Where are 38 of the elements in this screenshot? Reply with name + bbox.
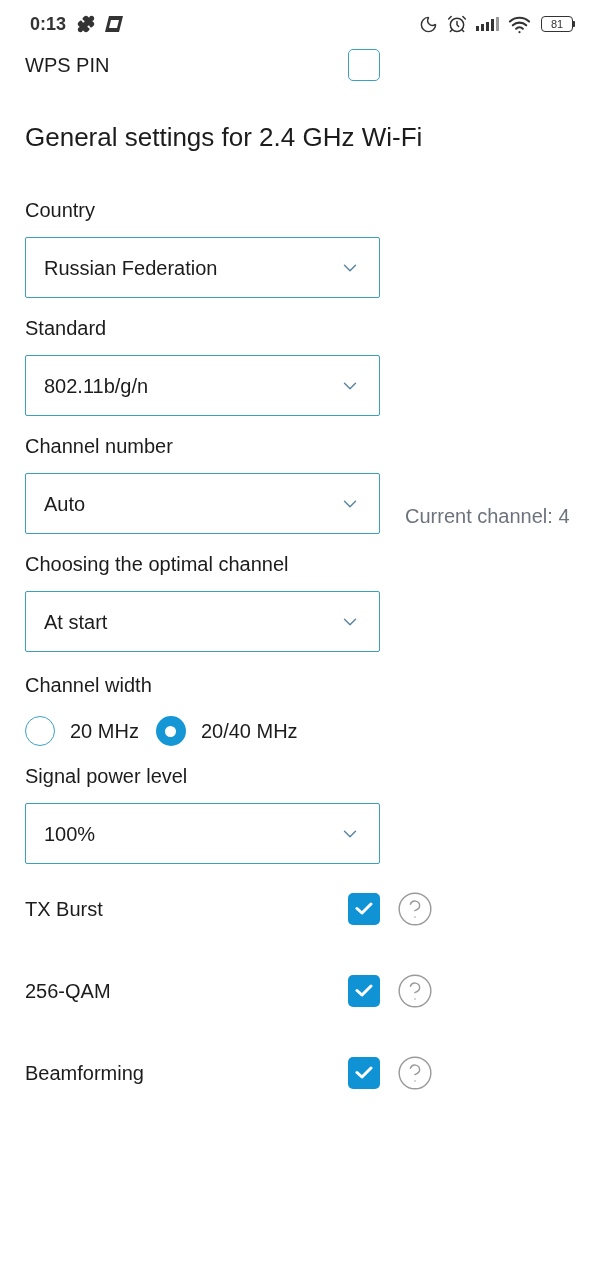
toggle-label: TX Burst (25, 896, 103, 921)
checkmark-icon (355, 984, 373, 997)
radio-option-label[interactable]: 20/40 MHz (200, 719, 298, 743)
help-icon[interactable] (396, 889, 434, 928)
app-notification-icon (104, 15, 125, 33)
field-label: Standard (25, 316, 108, 340)
toggle-label: 256-QAM (25, 978, 111, 1003)
field-label: Channel number (25, 434, 174, 458)
dropdown-select[interactable]: At start (25, 591, 380, 652)
battery-level-text: 81 (541, 16, 573, 32)
dropdown-select[interactable]: Russian Federation (25, 237, 380, 298)
radio-option-label[interactable]: 20 MHz (70, 719, 139, 743)
dropdown-select[interactable]: Auto (25, 473, 380, 534)
status-time: 0:13 (30, 12, 67, 36)
help-icon[interactable] (396, 971, 434, 1010)
checkmark-icon (355, 902, 373, 915)
section-title: General settings for 2.4 GHz Wi-Fi (25, 121, 424, 153)
checkbox[interactable] (348, 1056, 380, 1089)
signal-icon (476, 17, 499, 31)
toggle-label: Beamforming (25, 1060, 144, 1085)
field-label: Country (25, 198, 97, 222)
dropdown-select[interactable]: 802.11b/g/n (25, 355, 380, 416)
radio-button[interactable] (155, 716, 186, 746)
help-icon[interactable] (396, 1053, 434, 1092)
radio-button[interactable] (25, 716, 55, 746)
current-channel-note: Current channel: 4 (405, 504, 570, 528)
moon-icon (419, 14, 438, 34)
checkbox[interactable] (348, 49, 380, 81)
checkbox[interactable] (348, 974, 380, 1007)
field-label: Channel width (25, 673, 153, 697)
field-label: Choosing the optimal channel (25, 552, 290, 576)
field-label: WPS PIN (25, 53, 110, 77)
alarm-clock-icon (447, 14, 467, 34)
checkmark-icon (355, 1066, 373, 1079)
checkbox[interactable] (348, 892, 380, 925)
puzzle-icon (77, 15, 96, 33)
dropdown-select[interactable]: 100% (25, 803, 380, 864)
field-label: Signal power level (25, 764, 189, 788)
